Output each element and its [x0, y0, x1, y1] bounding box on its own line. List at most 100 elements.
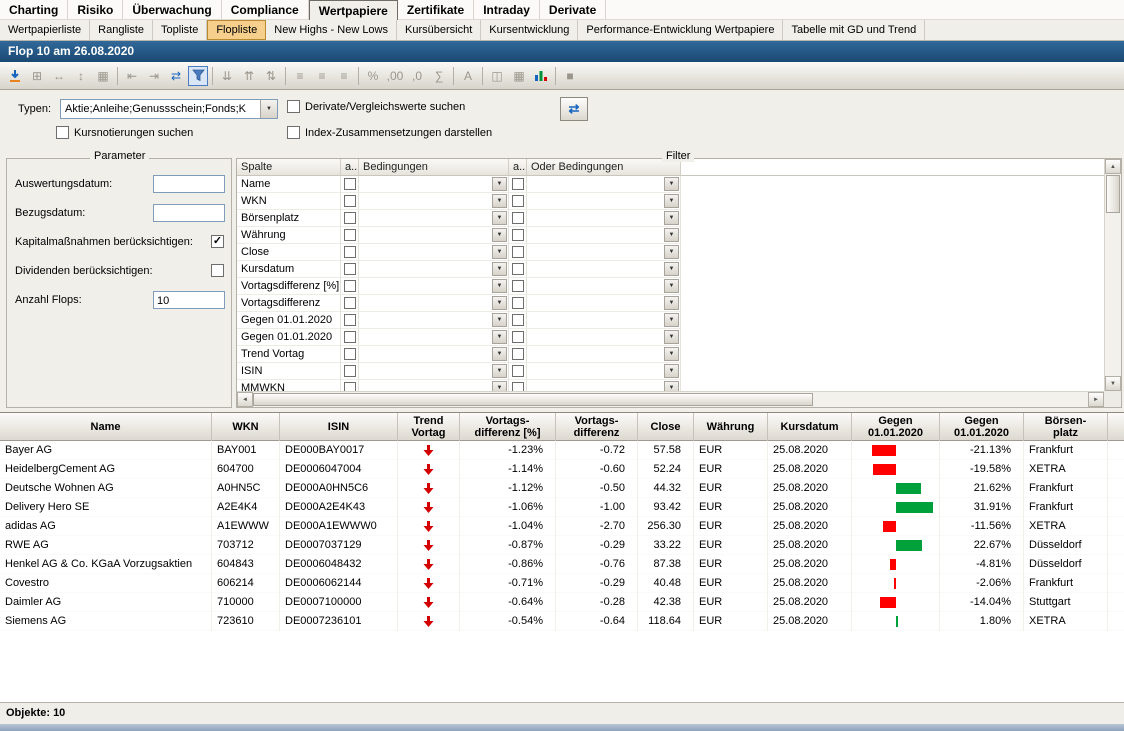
menu-item-ueberwachung[interactable]: Überwachung: [123, 0, 221, 19]
or-condition-dropdown-button[interactable]: ▼: [664, 381, 679, 391]
condition-dropdown-button[interactable]: ▼: [492, 313, 507, 327]
kursnotierungen-checkbox[interactable]: [56, 126, 69, 139]
table-row[interactable]: Daimler AG710000DE0007100000-0.64%-0.284…: [0, 593, 1124, 612]
scroll-left-icon[interactable]: ◄: [237, 392, 253, 407]
add-decimal-icon[interactable]: ,00: [385, 66, 405, 86]
filter-or-checkbox[interactable]: [512, 212, 524, 224]
condition-dropdown-button[interactable]: ▼: [492, 228, 507, 242]
or-condition-dropdown-button[interactable]: ▼: [664, 279, 679, 293]
stop-icon[interactable]: ■: [560, 66, 580, 86]
condition-dropdown-button[interactable]: ▼: [492, 296, 507, 310]
filter-and-checkbox[interactable]: [344, 195, 356, 207]
filter-or-checkbox[interactable]: [512, 348, 524, 360]
filter-and-checkbox[interactable]: [344, 365, 356, 377]
menu-item-compliance[interactable]: Compliance: [222, 0, 309, 19]
filter-or-checkbox[interactable]: [512, 382, 524, 391]
column-header-isin[interactable]: ISIN: [280, 413, 398, 441]
table-row[interactable]: Henkel AG & Co. KGaA Vorzugsaktien604843…: [0, 555, 1124, 574]
condition-dropdown-button[interactable]: ▼: [492, 194, 507, 208]
zoom-horizontal-icon[interactable]: ↔: [49, 66, 69, 86]
filter-icon[interactable]: [188, 66, 208, 86]
filter-or-checkbox[interactable]: [512, 246, 524, 258]
filter-and-checkbox[interactable]: [344, 178, 356, 190]
condition-dropdown-button[interactable]: ▼: [492, 177, 507, 191]
or-condition-dropdown-button[interactable]: ▼: [664, 211, 679, 225]
align-right-icon[interactable]: ≡: [334, 66, 354, 86]
scroll-right-icon[interactable]: ►: [1088, 392, 1104, 407]
column-header-waehrung[interactable]: Währung: [694, 413, 768, 441]
tab-kursuebersicht[interactable]: Kursübersicht: [397, 20, 481, 40]
vertical-scrollbar-thumb[interactable]: [1106, 175, 1120, 213]
horizontal-scrollbar-thumb[interactable]: [253, 393, 813, 406]
table-row[interactable]: Siemens AG723610DE0007236101-0.54%-0.641…: [0, 612, 1124, 631]
column-header-gegen-01-01-2020-prozent[interactable]: Gegen 01.01.2020: [940, 413, 1024, 441]
or-condition-dropdown-button[interactable]: ▼: [664, 347, 679, 361]
or-condition-dropdown-button[interactable]: ▼: [664, 364, 679, 378]
filter-and-checkbox[interactable]: [344, 331, 356, 343]
first-page-icon[interactable]: ⇤: [122, 66, 142, 86]
filter-and-checkbox[interactable]: [344, 297, 356, 309]
table-row[interactable]: adidas AGA1EWWWDE000A1EWWW0-1.04%-2.7025…: [0, 517, 1124, 536]
tab-rangliste[interactable]: Rangliste: [90, 20, 153, 40]
column-header-trend-vortag[interactable]: Trend Vortag: [398, 413, 460, 441]
column-header-close[interactable]: Close: [638, 413, 694, 441]
or-condition-dropdown-button[interactable]: ▼: [664, 296, 679, 310]
typen-dropdown[interactable]: Aktie;Anleihe;Genussschein;Fonds;K ▼: [60, 99, 278, 119]
align-center-icon[interactable]: ≡: [312, 66, 332, 86]
column-header-vortagsdifferenz[interactable]: Vortags- differenz: [556, 413, 638, 441]
scroll-up-icon[interactable]: ▲: [1105, 159, 1121, 174]
table-row[interactable]: Deutsche Wohnen AGA0HN5CDE000A0HN5C6-1.1…: [0, 479, 1124, 498]
tab-performance-entwicklung-wertpapiere[interactable]: Performance-Entwicklung Wertpapiere: [578, 20, 783, 40]
condition-dropdown-button[interactable]: ▼: [492, 381, 507, 391]
or-condition-dropdown-button[interactable]: ▼: [664, 245, 679, 259]
font-icon[interactable]: A: [458, 66, 478, 86]
refresh-button[interactable]: ⇄: [560, 97, 588, 121]
table-row[interactable]: Covestro606214DE0006062144-0.71%-0.2940.…: [0, 574, 1124, 593]
table-icon[interactable]: ▦: [509, 66, 529, 86]
menu-item-zertifikate[interactable]: Zertifikate: [398, 0, 474, 19]
column-header-name[interactable]: Name: [0, 413, 212, 441]
percent-icon[interactable]: %: [363, 66, 383, 86]
zoom-vertical-icon[interactable]: ↕: [71, 66, 91, 86]
tab-new-highs-new-lows[interactable]: New Highs - New Lows: [266, 20, 397, 40]
tab-kursentwicklung[interactable]: Kursentwicklung: [481, 20, 578, 40]
condition-dropdown-button[interactable]: ▼: [492, 347, 507, 361]
menu-item-intraday[interactable]: Intraday: [474, 0, 540, 19]
sum-icon[interactable]: ∑: [429, 66, 449, 86]
condition-dropdown-button[interactable]: ▼: [492, 279, 507, 293]
filter-or-checkbox[interactable]: [512, 178, 524, 190]
filter-or-checkbox[interactable]: [512, 297, 524, 309]
menu-item-wertpapiere[interactable]: Wertpapiere: [309, 0, 398, 20]
sort-descending-icon[interactable]: ⇈: [239, 66, 259, 86]
or-condition-dropdown-button[interactable]: ▼: [664, 177, 679, 191]
calendar-icon[interactable]: ▦: [93, 66, 113, 86]
derivate-vergleichswerte-checkbox[interactable]: [287, 100, 300, 113]
tab-flopliste[interactable]: Flopliste: [207, 20, 266, 40]
filter-horizontal-scrollbar[interactable]: ◄ ►: [237, 391, 1104, 407]
table-row[interactable]: Bayer AGBAY001DE000BAY0017-1.23%-0.7257.…: [0, 441, 1124, 460]
column-header-vortagsdifferenz-prozent[interactable]: Vortags- differenz [%]: [460, 413, 556, 441]
zoom-icon[interactable]: ⊞: [27, 66, 47, 86]
column-header-gegen-01-01-2020-bar[interactable]: Gegen 01.01.2020: [852, 413, 940, 441]
menu-item-risiko[interactable]: Risiko: [68, 0, 123, 19]
filter-and-checkbox[interactable]: [344, 382, 356, 391]
filter-or-checkbox[interactable]: [512, 365, 524, 377]
index-zusammensetzungen-checkbox[interactable]: [287, 126, 300, 139]
filter-or-checkbox[interactable]: [512, 314, 524, 326]
condition-dropdown-button[interactable]: ▼: [492, 364, 507, 378]
column-header-kursdatum[interactable]: Kursdatum: [768, 413, 852, 441]
or-condition-dropdown-button[interactable]: ▼: [664, 262, 679, 276]
kapitalmassnahmen-beruecksichtigen-checkbox[interactable]: [211, 235, 224, 248]
condition-dropdown-button[interactable]: ▼: [492, 245, 507, 259]
filter-or-checkbox[interactable]: [512, 229, 524, 241]
chart-icon[interactable]: [531, 66, 551, 86]
export-icon[interactable]: [5, 66, 25, 86]
menu-item-derivate[interactable]: Derivate: [540, 0, 606, 19]
or-condition-dropdown-button[interactable]: ▼: [664, 228, 679, 242]
sort-ascending-icon[interactable]: ⇊: [217, 66, 237, 86]
table-row[interactable]: HeidelbergCement AG604700DE0006047004-1.…: [0, 460, 1124, 479]
or-condition-dropdown-button[interactable]: ▼: [664, 313, 679, 327]
filter-or-checkbox[interactable]: [512, 195, 524, 207]
freeze-columns-icon[interactable]: ◫: [487, 66, 507, 86]
filter-and-checkbox[interactable]: [344, 280, 356, 292]
